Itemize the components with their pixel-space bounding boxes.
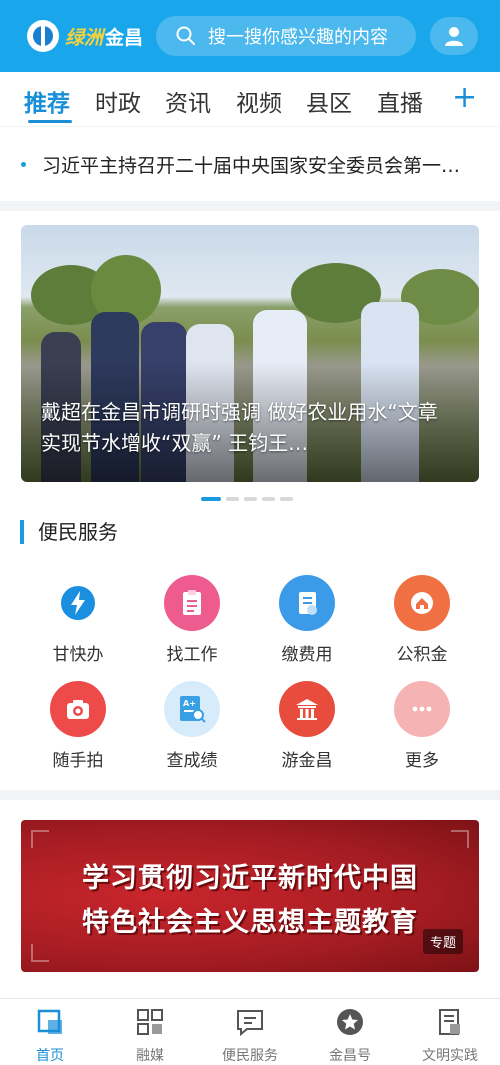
carousel-dot[interactable] [262,497,275,501]
star-badge-icon [337,1009,363,1035]
tabbar-media[interactable]: 融媒 [100,1007,200,1065]
svg-text:A+: A+ [183,699,196,708]
tabbar-label: 融媒 [136,1048,164,1064]
bottom-tab-bar: 首页 融媒 便民服务 金昌号 文明实践 [0,998,500,1065]
service-label: 游金昌 [281,751,333,771]
promo-line-1: 学习贯彻习近平新时代中国 [82,863,418,894]
tab-live[interactable]: 直播 [377,84,423,118]
app-logo[interactable]: 绿洲 金昌 [27,20,143,52]
more-icon [394,681,450,737]
service-label: 更多 [405,751,439,771]
services-title: 便民服务 [20,520,118,544]
tab-counties[interactable]: 县区 [306,84,352,118]
search-icon [176,26,195,45]
temple-icon [279,681,335,737]
carousel-dot[interactable] [280,497,293,501]
service-tour-jinchang[interactable]: 游金昌 [257,681,357,771]
tabbar-jinchang-hao[interactable]: 金昌号 [300,1007,400,1065]
service-gan-kuai-ban[interactable]: 甘快办 [28,575,128,665]
service-find-job[interactable]: 找工作 [142,575,242,665]
service-snapshot[interactable]: 随手拍 [28,681,128,771]
tab-politics[interactable]: 时政 [95,84,141,118]
user-profile-button[interactable] [430,17,478,55]
service-label: 甘快办 [52,645,104,665]
carousel-dot[interactable] [244,497,257,501]
add-channel-icon[interactable]: + [452,80,477,115]
tab-news[interactable]: 资讯 [165,84,211,118]
house-coin-icon [394,575,450,631]
service-pay-bills[interactable]: 缴费用 [257,575,357,665]
headline-text: 习近平主持召开二十届中央国家安全委员会第一次会议 [42,155,478,177]
service-label: 缴费用 [281,645,333,665]
category-tabs: 推荐 时政 资讯 视频 县区 直播 + [0,72,500,126]
service-housing-fund[interactable]: 公积金 [372,575,472,665]
service-label: 公积金 [396,645,448,665]
banner-caption: 戴超在金昌市调研时强调 做好农业用水“文章 实现节水增收“双赢” 王钧王… [41,400,438,455]
service-check-grades[interactable]: A+ 查成绩 [142,681,242,771]
logo-text: 金昌 [105,26,144,49]
tab-video[interactable]: 视频 [236,84,282,118]
home-icon [37,1009,62,1034]
message-icon [237,1010,263,1037]
logo-mark-icon [27,20,59,52]
service-more[interactable]: 更多 [372,681,472,771]
tabbar-label: 便民服务 [222,1048,278,1064]
service-label: 查成绩 [166,751,218,771]
clipboard-icon [164,575,220,631]
services-section: 便民服务 甘快办 找工作 缴费用 公积金 随手拍 A+ 查成绩 游金昌 更多 [0,508,500,790]
logo-script-text: 绿洲 [65,26,104,49]
carousel-dot[interactable] [226,497,239,501]
promo-line-2: 特色社会主义思想主题教育 [82,907,418,938]
app-header: 绿洲 金昌 搜一搜你感兴趣的内容 [0,0,500,72]
lightning-icon [50,575,106,631]
bullet-dot [21,162,26,167]
tabbar-label: 首页 [36,1048,64,1064]
theme-education-banner[interactable]: 学习贯彻习近平新时代中国 特色社会主义思想主题教育 专题 [21,820,479,972]
grade-search-icon: A+ [164,681,220,737]
tabbar-label: 文明实践 [422,1048,478,1064]
search-bar[interactable]: 搜一搜你感兴趣的内容 [156,16,416,56]
search-placeholder: 搜一搜你感兴趣的内容 [208,27,388,48]
document-icon [439,1009,460,1035]
tabbar-home[interactable]: 首页 [0,1007,100,1065]
carousel-dot[interactable] [201,497,221,501]
headline-ticker[interactable]: 习近平主持召开二十届中央国家安全委员会第一次会议 [0,127,500,201]
service-label: 找工作 [166,645,218,665]
grid-icon [137,1009,163,1035]
camera-icon [50,681,106,737]
user-icon [445,27,463,46]
tabbar-label: 金昌号 [329,1048,371,1064]
tabbar-civilization[interactable]: 文明实践 [400,1007,500,1065]
promo-section: 学习贯彻习近平新时代中国 特色社会主义思想主题教育 专题 [0,800,500,1000]
banner-section: 戴超在金昌市调研时强调 做好农业用水“文章 实现节水增收“双赢” 王钧王… [0,211,500,508]
tab-recommend[interactable]: 推荐 [24,84,70,118]
bill-icon [279,575,335,631]
topic-badge: 专题 [422,929,463,954]
banner-carousel[interactable]: 戴超在金昌市调研时强调 做好农业用水“文章 实现节水增收“双赢” 王钧王… [21,225,479,482]
carousel-indicator [201,497,293,501]
tabbar-services[interactable]: 便民服务 [200,1007,300,1065]
active-tab-indicator [28,120,72,123]
service-label: 随手拍 [52,751,104,771]
